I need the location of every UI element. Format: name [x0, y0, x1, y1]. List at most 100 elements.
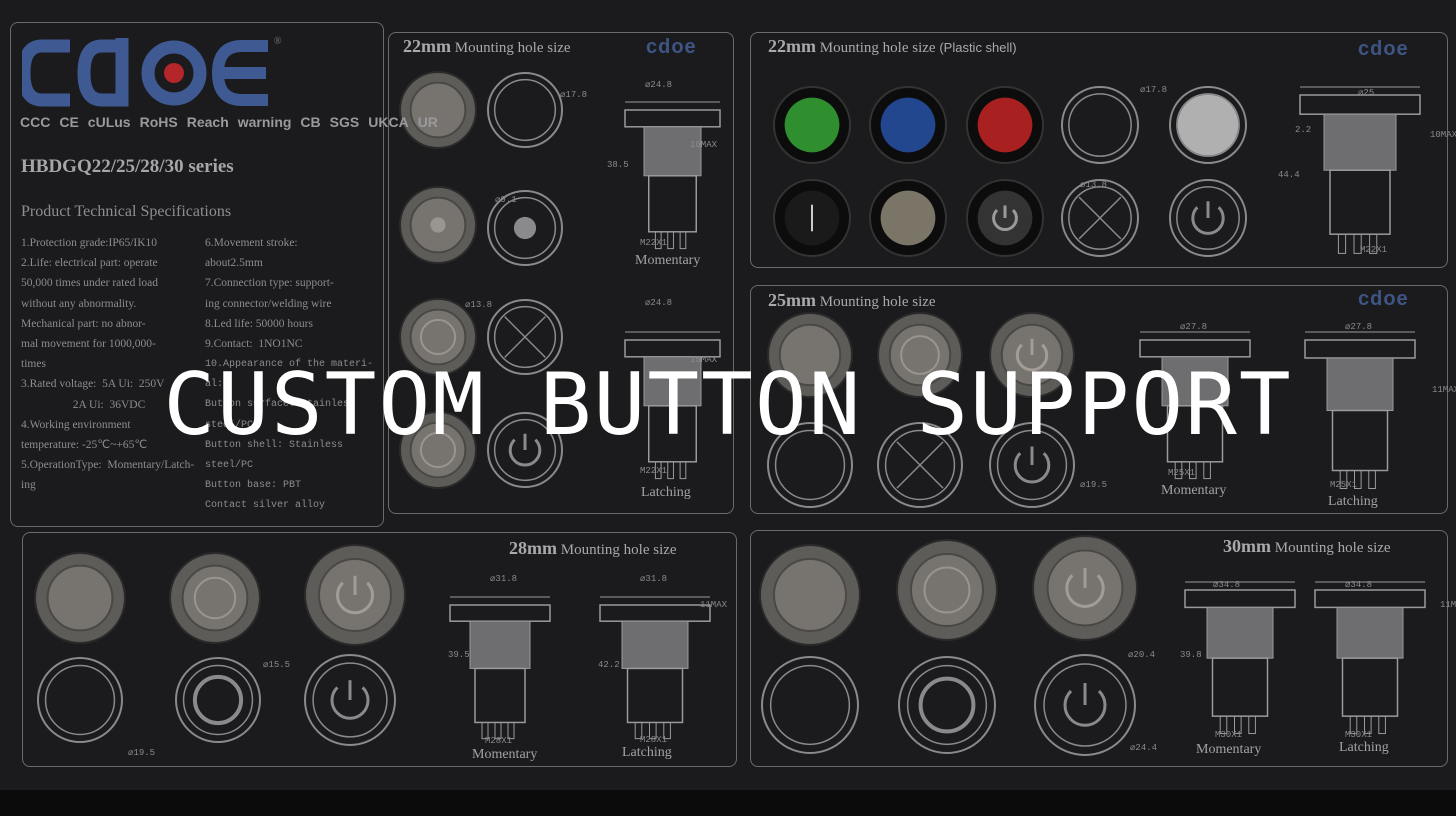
dimension-label: ⌀31.8 — [640, 574, 668, 584]
led-dot — [430, 217, 446, 233]
drawing-base — [1211, 657, 1269, 717]
label-momentary: Momentary — [635, 253, 701, 268]
dimension-label: 11MAX — [1440, 600, 1456, 610]
cert-culus-icon: cULus — [87, 114, 131, 130]
specs-title: Product Technical Specifications — [21, 203, 232, 220]
button-face — [910, 553, 984, 627]
dimension-label: ⌀17.8 — [560, 90, 588, 100]
drawing-terminal — [667, 461, 674, 480]
dimension-label: 39.8 — [1180, 650, 1202, 660]
mounting-hole-inner — [44, 664, 116, 736]
drawing-body — [469, 620, 531, 669]
mounting-hole-inner — [769, 664, 851, 746]
dimension-label: ⌀15.5 — [263, 660, 291, 670]
dimension-label: ⌀9.1 — [495, 195, 517, 205]
panel-30mm-title: 30mm Mounting hole size — [1223, 536, 1391, 557]
panel-25mm-title: 25mm Mounting hole size — [768, 290, 936, 311]
drawing-terminal — [1248, 715, 1256, 735]
brand-mark: cdoe — [1358, 288, 1409, 310]
dimension-label: 42.2 — [598, 660, 620, 670]
brand-mark: cdoe — [1358, 38, 1409, 60]
drawing-flange — [1314, 589, 1426, 609]
mounting-hole-outline — [175, 657, 261, 743]
led-ring-outline — [918, 676, 976, 734]
led-dot-outline — [513, 216, 537, 240]
title: Mounting hole size — [1274, 540, 1391, 556]
drawing-body — [1336, 606, 1404, 659]
mounting-hole-inner — [1068, 93, 1132, 157]
cert-ccc-icon: CCC — [20, 114, 51, 130]
dimension-label: M30X1 — [1215, 730, 1243, 740]
label-latching: Latching — [1339, 740, 1389, 755]
mounting-hole-outline — [898, 656, 996, 754]
bottom-bar — [0, 790, 1456, 816]
title: Mounting hole size — [819, 294, 936, 310]
mounting-hole-inner — [493, 78, 557, 142]
button-cap — [880, 190, 936, 246]
size: 28mm — [509, 538, 557, 558]
overlay-headline: CUSTOM BUTTON SUPPORT — [163, 355, 1293, 455]
label-latching: Latching — [622, 745, 672, 760]
cert-reach-icon: Reach — [186, 114, 229, 130]
drawing-flange — [1184, 589, 1296, 609]
dimension-label: ⌀34.8 — [1213, 580, 1241, 590]
specs-column-2: 6.Movement stroke: about2.5mm 7.Connecti… — [205, 237, 334, 351]
button-face — [181, 564, 249, 632]
panel-22mm-plastic-title: 22mm Mounting hole size (Plastic shell) — [768, 36, 1017, 57]
dimension-label: 38.5 — [607, 160, 629, 170]
dimension-label: 10MAX — [1430, 130, 1456, 140]
dimension-label: ⌀13.8 — [465, 300, 493, 310]
button-cap — [784, 97, 840, 153]
cert-sgs-icon: SGS — [329, 114, 360, 130]
dimension-label: 44.4 — [1278, 170, 1300, 180]
dimension-label: 39.5 — [448, 650, 470, 660]
button-cap — [977, 97, 1033, 153]
label-momentary: Momentary — [1196, 742, 1262, 757]
drawing-body — [643, 126, 702, 177]
dimension-label: ⌀34.8 — [1345, 580, 1373, 590]
mounting-hole-outline — [37, 657, 123, 743]
drawing-base — [474, 667, 526, 724]
dimension-label: M25X1 — [1168, 468, 1196, 478]
series-title: HBDGQ22/25/28/30 series — [21, 156, 234, 177]
dimension-label: ⌀24.8 — [645, 298, 673, 308]
dimension-label: ⌀20.4 — [1128, 650, 1156, 660]
dimension-label: M25X1 — [1330, 480, 1358, 490]
size: 30mm — [1223, 536, 1271, 556]
dimension-label: ⌀27.8 — [1180, 322, 1208, 332]
drawing-body — [1206, 606, 1274, 659]
dimension-label: M30X1 — [1345, 730, 1373, 740]
dimension-label: 11MAX — [700, 600, 728, 610]
button-face — [46, 564, 114, 632]
drawing-base — [648, 175, 697, 233]
cert-ce-icon: CE — [59, 114, 79, 130]
drawing-flange — [599, 604, 711, 622]
label-latching: Latching — [1328, 494, 1378, 509]
drawing-base — [626, 667, 684, 724]
dimension-label: M22X1 — [640, 466, 668, 476]
button-face — [773, 558, 847, 632]
drawing-terminal — [1378, 715, 1386, 735]
cert-ukca-icon: UKCA — [368, 114, 409, 130]
dimension-label: ⌀13.8 — [1080, 180, 1108, 190]
drawing-terminal — [1368, 470, 1376, 489]
dimension-label: ⌀17.8 — [1140, 85, 1168, 95]
mounting-hole-outline — [1061, 86, 1139, 164]
drawing-flange — [449, 604, 551, 622]
dimension-label: ⌀19.5 — [1080, 480, 1108, 490]
mounting-hole-outline — [487, 72, 563, 148]
note: (Plastic shell) — [939, 40, 1017, 55]
drawing-terminal — [679, 231, 687, 250]
button-cap — [880, 97, 936, 153]
title: Mounting hole size — [560, 542, 677, 558]
drawing-flange — [624, 109, 721, 128]
drawing-body — [1323, 113, 1397, 171]
drawing-terminal — [1337, 233, 1347, 254]
label-latching: Latching — [641, 485, 691, 500]
dimension-label: ⌀24.8 — [645, 80, 673, 90]
dimension-label: ⌀27.8 — [1345, 322, 1373, 332]
brand-mark: cdoe — [646, 36, 697, 58]
title: Mounting hole size — [819, 40, 936, 56]
drawing-terminal — [679, 461, 687, 480]
drawing-body — [621, 620, 689, 669]
